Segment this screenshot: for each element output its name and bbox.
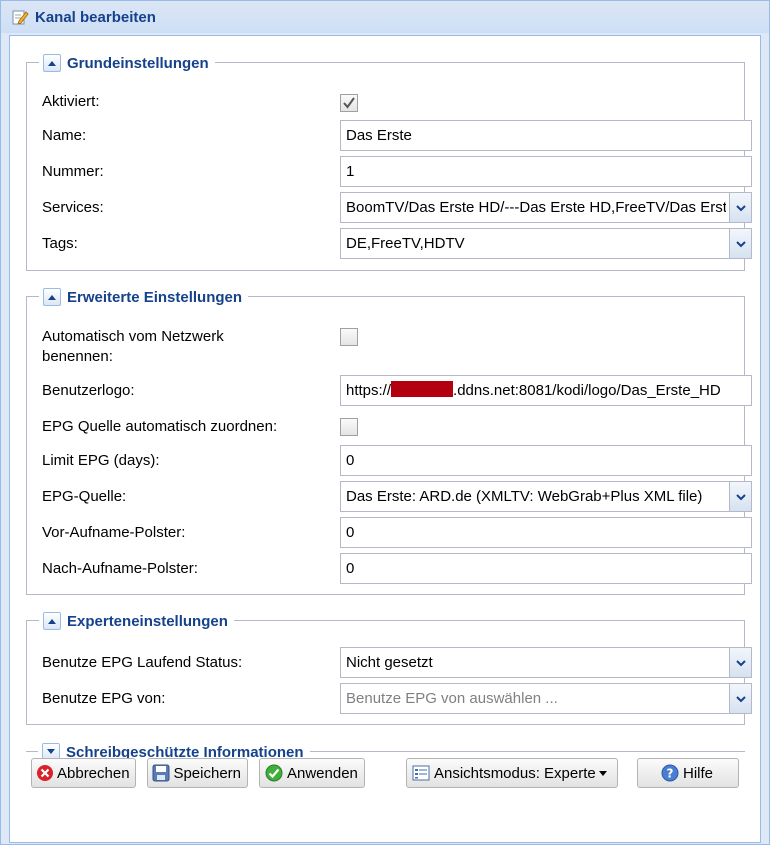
check-circle-icon: [264, 763, 284, 783]
expert-settings-legend: Experteneinstellungen: [39, 611, 234, 631]
name-input[interactable]: Das Erste: [340, 120, 752, 151]
cancel-button-label: Abbrechen: [57, 764, 130, 782]
apply-button[interactable]: Anwenden: [259, 758, 365, 788]
save-button-label: Speichern: [173, 764, 241, 782]
running-status-value: Nicht gesetzt: [346, 654, 433, 671]
epg-auto-label: EPG Quelle automatisch zuordnen:: [42, 418, 278, 435]
post-padding-label: Nach-Aufname-Polster:: [42, 560, 198, 577]
chevron-down-icon: [735, 204, 746, 211]
services-combobox[interactable]: BoomTV/Das Erste HD/---Das Erste HD,Free…: [340, 192, 752, 223]
logo-url-suffix: .ddns.net:8081/kodi/logo/Das_Erste_HD: [453, 382, 721, 399]
running-status-combobox[interactable]: Nicht gesetzt: [340, 647, 752, 678]
auto-name-label-line2: benennen:: [42, 348, 113, 365]
logo-url-prefix: https://: [346, 382, 392, 399]
tags-label: Tags:: [42, 235, 78, 252]
form-layout-icon: [411, 763, 431, 783]
collapse-toggle-button[interactable]: [43, 54, 61, 72]
running-status-label: Benutze EPG Laufend Status:: [42, 654, 243, 671]
post-padding-input[interactable]: 0: [340, 553, 752, 584]
dialog-body: Grundeinstellungen Aktiviert: Name: Das …: [9, 35, 761, 843]
edit-channel-dialog: Kanal bearbeiten Grundeinstellungen Akti…: [0, 0, 770, 845]
chevron-up-icon: [48, 61, 56, 66]
epg-source-dropdown-trigger[interactable]: [729, 482, 751, 511]
chevron-up-icon: [48, 295, 56, 300]
user-logo-label: Benutzerlogo:: [42, 382, 135, 399]
epg-source-label: EPG-Quelle:: [42, 488, 127, 505]
user-logo-input[interactable]: https:// .ddns.net:8081/kodi/logo/Das_Ers…: [340, 375, 752, 406]
save-icon: [152, 763, 170, 783]
basic-settings-title: Grundeinstellungen: [67, 54, 209, 72]
advanced-settings-fieldset: Erweiterte Einstellungen Automatisch vom…: [26, 287, 752, 595]
limit-epg-label: Limit EPG (days):: [42, 452, 160, 469]
edit-pencil-icon: [12, 10, 29, 25]
tags-value: DE,FreeTV,HDTV: [346, 235, 465, 252]
help-icon: ?: [660, 763, 680, 783]
name-label: Name:: [42, 127, 87, 144]
auto-name-checkbox[interactable]: [340, 328, 358, 346]
chevron-down-icon: [735, 695, 746, 702]
services-value: BoomTV/Das Erste HD/---Das Erste HD,Free…: [346, 199, 726, 216]
redacted-hostname: [391, 381, 454, 397]
epg-source-combobox[interactable]: Das Erste: ARD.de (XMLTV: WebGrab+Plus X…: [340, 481, 752, 512]
collapse-toggle-button[interactable]: [43, 288, 61, 306]
running-status-dropdown-trigger[interactable]: [729, 648, 751, 677]
services-label: Services:: [42, 199, 104, 216]
collapse-toggle-button[interactable]: [43, 612, 61, 630]
chevron-up-icon: [48, 619, 56, 624]
chevron-down-icon: [735, 659, 746, 666]
dialog-title: Kanal bearbeiten: [35, 8, 156, 26]
expert-settings-fieldset: Experteneinstellungen Benutze EPG Laufen…: [26, 611, 752, 725]
auto-name-label-line1: Automatisch vom Netzwerk: [42, 328, 224, 345]
help-button[interactable]: ? Hilfe: [637, 758, 739, 788]
help-button-label: Hilfe: [683, 764, 714, 782]
activated-checkbox[interactable]: [340, 94, 358, 112]
apply-button-label: Anwenden: [287, 764, 358, 782]
epg-from-label: Benutze EPG von:: [42, 690, 166, 707]
epg-from-combobox[interactable]: Benutze EPG von auswählen ...: [340, 683, 752, 714]
pre-padding-label: Vor-Aufname-Polster:: [42, 524, 186, 541]
pre-padding-input[interactable]: 0: [340, 517, 752, 548]
caret-down-icon: [598, 771, 607, 776]
number-label: Nummer:: [42, 163, 104, 180]
tags-combobox[interactable]: DE,FreeTV,HDTV: [340, 228, 752, 259]
chevron-down-icon: [735, 493, 746, 500]
chevron-down-icon: [735, 240, 746, 247]
advanced-settings-legend: Erweiterte Einstellungen: [39, 287, 249, 307]
basic-settings-legend: Grundeinstellungen: [39, 53, 215, 73]
svg-text:?: ?: [667, 767, 674, 781]
checkmark-icon: [343, 97, 355, 109]
view-mode-button[interactable]: Ansichtsmodus: Experte: [406, 758, 618, 788]
tags-dropdown-trigger[interactable]: [729, 229, 751, 258]
basic-settings-fieldset: Grundeinstellungen Aktiviert: Name: Das …: [26, 53, 752, 271]
epg-auto-checkbox[interactable]: [340, 418, 358, 436]
services-dropdown-trigger[interactable]: [729, 193, 751, 222]
epg-source-value: Das Erste: ARD.de (XMLTV: WebGrab+Plus X…: [346, 488, 703, 505]
activated-label: Aktiviert:: [42, 93, 100, 110]
cancel-icon: [36, 763, 54, 783]
dialog-titlebar[interactable]: Kanal bearbeiten: [1, 1, 769, 33]
epg-from-placeholder: Benutze EPG von auswählen ...: [346, 690, 558, 707]
view-mode-button-label: Ansichtsmodus: Experte: [434, 764, 596, 782]
epg-from-dropdown-trigger[interactable]: [729, 684, 751, 713]
number-input[interactable]: 1: [340, 156, 752, 187]
limit-epg-input[interactable]: 0: [340, 445, 752, 476]
save-button[interactable]: Speichern: [147, 758, 248, 788]
advanced-settings-title: Erweiterte Einstellungen: [67, 288, 243, 306]
expert-settings-title: Experteneinstellungen: [67, 612, 228, 630]
chevron-down-icon: [47, 749, 55, 754]
cancel-button[interactable]: Abbrechen: [31, 758, 136, 788]
